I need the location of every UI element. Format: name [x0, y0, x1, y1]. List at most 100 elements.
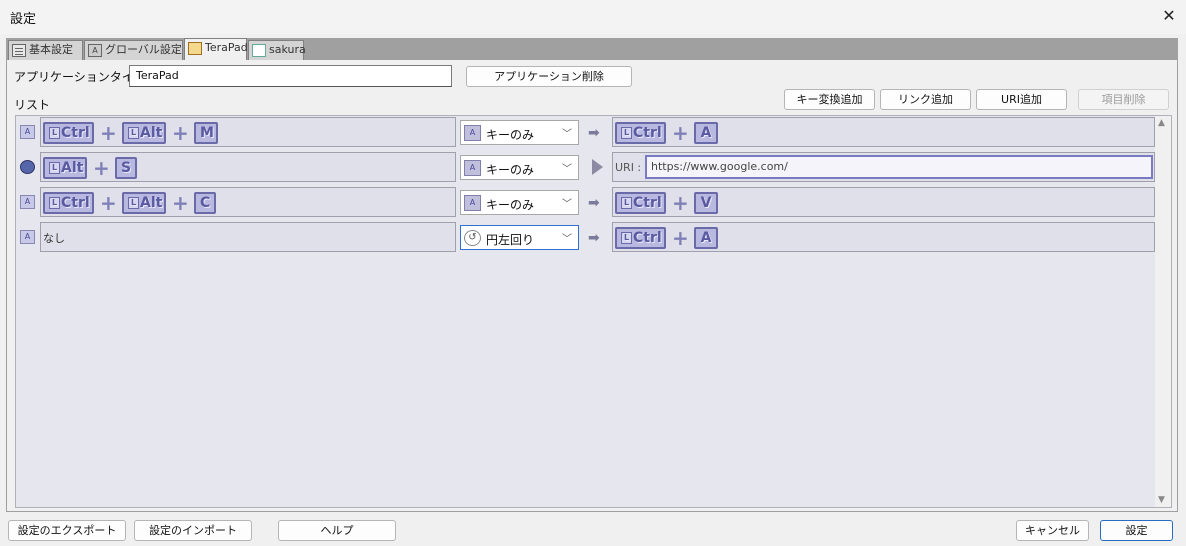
- action-select[interactable]: ↺ 円左回り ﹀: [460, 225, 579, 250]
- target-key-combo[interactable]: L Ctrl + A: [612, 222, 1155, 252]
- left-key-mark: L: [128, 127, 139, 139]
- source-key-combo[interactable]: なし: [40, 222, 456, 252]
- key-a-icon: A: [20, 230, 35, 244]
- delete-item-button[interactable]: 項目削除: [1078, 89, 1169, 110]
- list-item[interactable]: L Alt + S A キーのみ ﹀ URI : https://www.goog…: [16, 151, 1156, 184]
- action-select-value: 円左回り: [486, 233, 535, 247]
- left-key-mark: L: [49, 162, 60, 174]
- arrow-right-icon: ➡: [588, 125, 600, 141]
- add-link-button[interactable]: リンク追加: [880, 89, 971, 110]
- key-a-icon: A: [464, 160, 481, 176]
- plus-icon: +: [100, 191, 117, 215]
- left-key-mark: L: [49, 197, 60, 209]
- key-label: Ctrl: [633, 230, 662, 246]
- action-select-value: キーのみ: [486, 128, 535, 142]
- key-ctrl: L Ctrl: [43, 122, 94, 144]
- delete-app-button[interactable]: アプリケーション削除: [466, 66, 632, 87]
- key-a-icon: A: [20, 125, 35, 139]
- app-title-input[interactable]: TeraPad: [129, 65, 452, 87]
- help-button[interactable]: ヘルプ: [278, 520, 396, 541]
- key-s: S: [115, 157, 137, 179]
- action-select[interactable]: A キーのみ ﹀: [460, 190, 579, 215]
- tab-sakura[interactable]: sakura: [248, 40, 306, 60]
- sakura-icon: [252, 44, 266, 57]
- document-icon: [12, 44, 26, 57]
- key-label: Ctrl: [61, 125, 90, 141]
- key-label: Ctrl: [633, 195, 662, 211]
- key-alt: L Alt: [43, 157, 87, 179]
- key-label: Alt: [140, 125, 163, 141]
- key-v: V: [694, 192, 718, 214]
- chevron-down-icon: ﹀: [562, 164, 572, 175]
- plus-icon: +: [672, 191, 689, 215]
- left-key-mark: L: [128, 197, 139, 209]
- plus-icon: +: [100, 121, 117, 145]
- tab-global-settings[interactable]: A グローバル設定: [84, 40, 183, 60]
- add-uri-button[interactable]: URI追加: [976, 89, 1067, 110]
- source-key-combo[interactable]: L Ctrl + L Alt + C: [40, 187, 456, 217]
- source-none-text: なし: [43, 232, 65, 245]
- key-ctrl: L Ctrl: [615, 122, 666, 144]
- tab-strip: 基本設定 A グローバル設定 TeraPad sakura: [6, 38, 1178, 60]
- key-alt: L Alt: [122, 122, 166, 144]
- key-label: Ctrl: [61, 195, 90, 211]
- key-ctrl: L Ctrl: [43, 192, 94, 214]
- tab-label: sakura: [269, 43, 306, 56]
- list-item[interactable]: A なし ↺ 円左回り ﹀ ➡ L Ctrl + A: [16, 221, 1156, 254]
- source-key-combo[interactable]: L Ctrl + L Alt + M: [40, 117, 456, 147]
- cancel-button[interactable]: キャンセル: [1016, 520, 1089, 541]
- key-label: Ctrl: [633, 125, 662, 141]
- plus-icon: +: [672, 226, 689, 250]
- key-a: A: [694, 227, 718, 249]
- chevron-down-icon: ﹀: [562, 234, 572, 245]
- tab-label: 基本設定: [29, 43, 73, 56]
- source-key-combo[interactable]: L Alt + S: [40, 152, 456, 182]
- plus-icon: +: [172, 121, 189, 145]
- plus-icon: +: [93, 156, 110, 180]
- key-a-icon: A: [464, 125, 481, 141]
- arrow-right-icon: ➡: [588, 230, 600, 246]
- mapping-list: A L Ctrl + L Alt + M A キーのみ ﹀ ➡ L Ctrl + A …: [15, 115, 1172, 508]
- key-a-icon: A: [464, 195, 481, 211]
- key-ctrl: L Ctrl: [615, 192, 666, 214]
- import-settings-button[interactable]: 設定のインポート: [134, 520, 252, 541]
- chevron-down-icon: ﹀: [562, 199, 572, 210]
- left-key-mark: L: [621, 232, 632, 244]
- left-key-mark: L: [621, 197, 632, 209]
- vertical-scrollbar[interactable]: ▲ ▼: [1155, 116, 1171, 507]
- plus-icon: +: [172, 191, 189, 215]
- uri-label: URI :: [615, 161, 642, 174]
- key-a: A: [694, 122, 718, 144]
- tab-basic-settings[interactable]: 基本設定: [8, 40, 83, 60]
- action-select[interactable]: A キーのみ ﹀: [460, 155, 579, 180]
- uri-input[interactable]: https://www.google.com/: [645, 155, 1153, 179]
- key-m: M: [194, 122, 218, 144]
- key-a-icon: A: [20, 195, 35, 209]
- key-ctrl: L Ctrl: [615, 227, 666, 249]
- list-item[interactable]: A L Ctrl + L Alt + C A キーのみ ﹀ ➡ L Ctrl + V: [16, 186, 1156, 219]
- ok-button[interactable]: 設定: [1100, 520, 1173, 541]
- globe-icon: [20, 160, 35, 174]
- window-title: 設定: [10, 12, 37, 27]
- action-select[interactable]: A キーのみ ﹀: [460, 120, 579, 145]
- target-key-combo[interactable]: L Ctrl + A: [612, 117, 1155, 147]
- list-item[interactable]: A L Ctrl + L Alt + M A キーのみ ﹀ ➡ L Ctrl + A: [16, 116, 1156, 149]
- close-icon[interactable]: ✕: [1158, 5, 1180, 27]
- left-key-mark: L: [621, 127, 632, 139]
- scroll-down-icon[interactable]: ▼: [1158, 495, 1165, 505]
- tab-terapad[interactable]: TeraPad: [184, 38, 248, 60]
- tab-label: グローバル設定: [105, 43, 182, 56]
- list-label: リスト: [14, 98, 51, 112]
- plus-icon: +: [672, 121, 689, 145]
- export-settings-button[interactable]: 設定のエクスポート: [8, 520, 126, 541]
- arrow-right-icon: ➡: [588, 195, 600, 211]
- key-alt: L Alt: [122, 192, 166, 214]
- circle-left-gesture-icon: ↺: [464, 230, 481, 246]
- target-key-combo[interactable]: L Ctrl + V: [612, 187, 1155, 217]
- title-bar: 設定 ✕: [0, 0, 1186, 34]
- add-key-conversion-button[interactable]: キー変換追加: [784, 89, 875, 110]
- key-a-icon: A: [88, 44, 102, 57]
- chevron-down-icon: ﹀: [562, 129, 572, 140]
- key-label: Alt: [140, 195, 163, 211]
- scroll-up-icon[interactable]: ▲: [1158, 118, 1165, 128]
